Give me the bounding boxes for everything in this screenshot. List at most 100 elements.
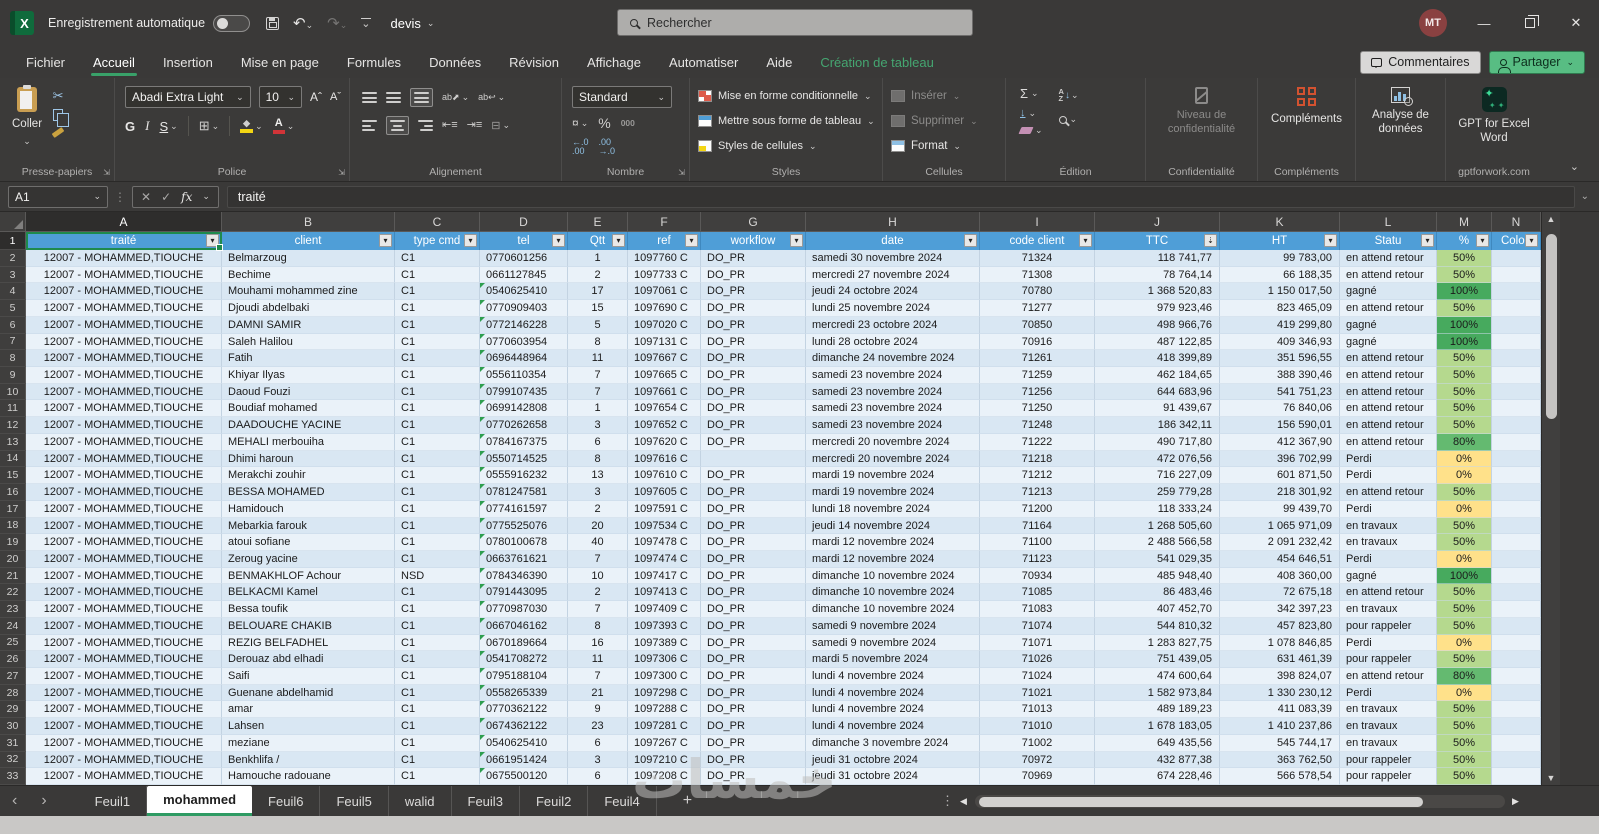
cell[interactable]: 50% [1437,350,1492,368]
filter-button[interactable]: ▾ [1476,234,1489,247]
cell[interactable]: en attend retour [1340,584,1437,602]
cell[interactable]: MEHALI merbouiha [222,433,395,451]
cell[interactable]: 351 596,55 [1220,350,1340,368]
cell[interactable]: 71218 [980,450,1095,468]
cell[interactable]: C1 [395,266,480,284]
cell[interactable]: 12007 - MOHAMMED,TIOUCHE [26,250,222,267]
cell[interactable]: 1097413 C [628,584,701,602]
cell[interactable] [1492,500,1541,518]
cell[interactable]: jeudi 24 octobre 2024 [806,283,980,301]
row-header-20[interactable]: 20 [0,550,26,568]
cell[interactable]: mardi 12 novembre 2024 [806,550,980,568]
cell[interactable]: 674 228,46 [1095,768,1220,785]
cell[interactable]: 0799107435 [480,383,568,401]
cell[interactable]: 498 966,76 [1095,316,1220,334]
cell[interactable]: gagné [1340,316,1437,334]
cell[interactable]: 7 [568,550,628,568]
cell[interactable]: 71256 [980,383,1095,401]
cell[interactable]: DO_PR [701,300,806,317]
cell[interactable]: 1097210 C [628,751,701,769]
minimize-button[interactable]: — [1461,0,1507,46]
cell[interactable]: en travaux [1340,701,1437,719]
bold-button[interactable]: G [125,119,135,134]
cell[interactable]: C1 [395,617,480,635]
filter-button[interactable]: ▾ [464,234,477,247]
cell[interactable]: 71074 [980,617,1095,635]
cell[interactable]: C1 [395,383,480,401]
cell[interactable]: 1097208 C [628,768,701,785]
cell[interactable]: 0770987030 [480,601,568,618]
row-header-24[interactable]: 24 [0,617,26,635]
cell[interactable]: 71002 [980,734,1095,752]
tab-accueil[interactable]: Accueil [79,46,149,78]
cell[interactable]: 70916 [980,333,1095,351]
cell[interactable]: 50% [1437,300,1492,317]
save-icon[interactable] [266,16,280,30]
row-header-29[interactable]: 29 [0,701,26,719]
cell[interactable]: 408 360,00 [1220,567,1340,585]
cell[interactable]: 0772146228 [480,316,568,334]
cell[interactable]: mercredi 20 novembre 2024 [806,433,980,451]
cell[interactable]: 0770601256 [480,250,568,267]
cell[interactable]: 1097020 C [628,316,701,334]
wrap-text-icon[interactable]: ab↩ ⌄ [478,92,505,103]
filter-button[interactable]: ▾ [1421,234,1434,247]
cell[interactable]: mercredi 23 octobre 2024 [806,316,980,334]
cell[interactable] [1492,718,1541,735]
cell[interactable]: 411 083,39 [1220,701,1340,719]
scroll-left-icon[interactable]: ◀ [960,796,967,807]
cell[interactable]: 12007 - MOHAMMED,TIOUCHE [26,550,222,568]
cell[interactable]: 10 [568,567,628,585]
cell[interactable]: dimanche 10 novembre 2024 [806,601,980,618]
column-header-G[interactable]: G [701,212,806,232]
cell[interactable]: gagné [1340,567,1437,585]
cell[interactable]: 462 184,65 [1095,367,1220,384]
row-header-9[interactable]: 9 [0,367,26,384]
cell[interactable]: 0780100678 [480,534,568,551]
cell[interactable]: lundi 4 novembre 2024 [806,684,980,702]
cell[interactable]: DO_PR [701,734,806,752]
cell[interactable]: meziane [222,734,395,752]
format-cells-button[interactable]: Format ⌄ [883,136,1005,156]
scroll-down-icon[interactable]: ▼ [1542,773,1560,783]
filter-button[interactable]: ▾ [206,234,219,247]
cell[interactable]: 71013 [980,701,1095,719]
sheet-tab-walid[interactable]: walid [389,786,452,816]
row-header-16[interactable]: 16 [0,484,26,501]
cell[interactable]: Bessa toufik [222,601,395,618]
cell[interactable]: 50% [1437,367,1492,384]
cell[interactable] [1492,283,1541,301]
cell[interactable]: 1097652 C [628,417,701,434]
clear-button[interactable]: ⌄ [1018,125,1043,136]
cell[interactable]: 66 188,35 [1220,266,1340,284]
cell[interactable]: 7 [568,383,628,401]
cell[interactable]: 12007 - MOHAMMED,TIOUCHE [26,367,222,384]
row-header-15[interactable]: 15 [0,467,26,485]
avatar[interactable]: MT [1419,9,1447,37]
cell[interactable]: 12007 - MOHAMMED,TIOUCHE [26,433,222,451]
cell[interactable]: Belmarzoug [222,250,395,267]
cell[interactable]: DO_PR [701,383,806,401]
cell[interactable]: en attend retour [1340,383,1437,401]
cell[interactable]: jeudi 14 novembre 2024 [806,517,980,535]
cell[interactable]: Zeroug yacine [222,550,395,568]
cell[interactable]: 1 410 237,86 [1220,718,1340,735]
cell[interactable]: Perdi [1340,500,1437,518]
cell[interactable]: 15 [568,300,628,317]
cell[interactable]: 398 824,07 [1220,667,1340,685]
cell[interactable]: 6 [568,768,628,785]
align-center-icon[interactable] [386,116,409,135]
cell[interactable]: mardi 19 novembre 2024 [806,467,980,485]
cell[interactable]: 71164 [980,517,1095,535]
filter-button[interactable]: ▾ [1079,234,1092,247]
increase-indent-icon[interactable]: ⇥≡ [467,120,483,131]
cell[interactable]: 1097665 C [628,367,701,384]
cell[interactable]: 78 764,14 [1095,266,1220,284]
cell[interactable]: DO_PR [701,751,806,769]
cell[interactable]: Hamidouch [222,500,395,518]
sheet-nav-next-icon[interactable]: › [29,792,58,810]
row-header-32[interactable]: 32 [0,751,26,769]
cell[interactable]: C1 [395,333,480,351]
column-header-N[interactable]: N [1492,212,1541,232]
cell[interactable]: 2 488 566,58 [1095,534,1220,551]
